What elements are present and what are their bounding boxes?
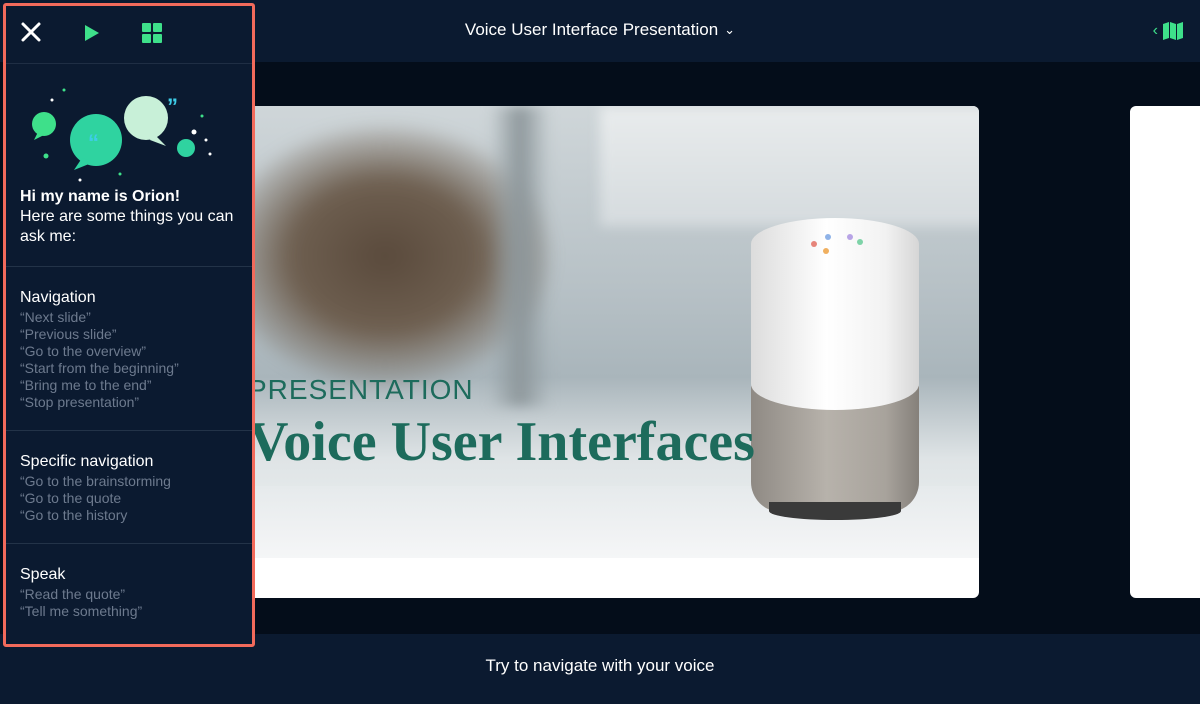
divider — [6, 543, 252, 544]
grid-icon[interactable] — [142, 23, 162, 43]
section-title: Specific navigation — [20, 453, 154, 470]
slide-photo: PRESENTATION Voice User Interfaces — [180, 106, 979, 558]
command-item: “Bring me to the end” — [20, 377, 152, 393]
map-icon — [1163, 22, 1183, 40]
close-icon[interactable] — [19, 20, 43, 44]
svg-text:“: “ — [88, 130, 99, 155]
assistant-greeting: Hi my name is Orion! — [20, 188, 181, 205]
section-title: Navigation — [20, 289, 96, 306]
command-item: “Read the quote” — [20, 586, 126, 602]
command-item: “Go to the brainstorming — [20, 473, 171, 489]
command-item: “Start from the beginning” — [20, 360, 179, 376]
svg-text:”: ” — [167, 94, 178, 119]
chevron-down-icon: ⌄ — [724, 22, 736, 37]
command-item: “Tell me something” — [20, 603, 143, 619]
speech-bubbles-illustration: “ ” — [32, 88, 212, 182]
play-icon[interactable] — [83, 23, 101, 43]
section-speak: Speak “Read the quote” “Tell me somethin… — [20, 566, 245, 620]
command-item: “Go to the overview” — [20, 343, 147, 359]
assistant-intro: Hi my name is Orion! Here are some thing… — [20, 187, 240, 247]
section-navigation: Navigation “Next slide” “Previous slide”… — [20, 289, 245, 411]
voice-hint: Try to navigate with your voice — [485, 656, 715, 675]
section-specific-navigation: Specific navigation “Go to the brainstor… — [20, 453, 245, 524]
command-item: “Next slide” — [20, 309, 91, 325]
voice-assistant-panel: “ ” Hi my name is Orion! Here are some t… — [3, 3, 255, 647]
command-item: “Go to the quote — [20, 490, 122, 506]
command-item: “Previous slide” — [20, 326, 117, 342]
presentation-title: Voice User Interface Presentation — [464, 20, 719, 39]
slide-kicker: PRESENTATION — [248, 374, 474, 405]
map-button[interactable]: ‹ — [1153, 20, 1184, 42]
command-item: “Go to the history — [20, 507, 128, 523]
command-item: “Stop presentation” — [20, 394, 140, 410]
divider — [6, 430, 252, 431]
panel-toolbar — [6, 6, 252, 64]
slide-title: Voice User Interfaces — [248, 411, 755, 473]
assistant-instructions: Here are some things you can ask me: — [20, 208, 234, 245]
section-title: Speak — [20, 566, 66, 583]
next-slide-preview[interactable] — [1130, 106, 1200, 598]
divider — [6, 266, 252, 267]
chevron-left-icon: ‹ — [1152, 22, 1158, 39]
current-slide[interactable]: PRESENTATION Voice User Interfaces — [180, 106, 979, 598]
